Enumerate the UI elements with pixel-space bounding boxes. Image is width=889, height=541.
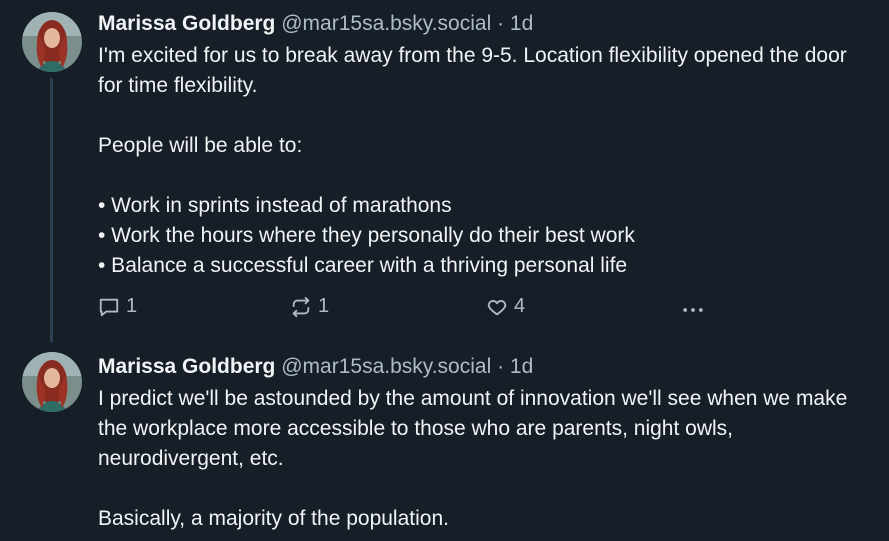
post-time[interactable]: 1d bbox=[510, 355, 533, 378]
post-text-line: People will be able to: bbox=[98, 134, 303, 157]
avatar[interactable] bbox=[22, 12, 82, 72]
like-button[interactable]: 4 bbox=[486, 295, 525, 318]
more-options-button[interactable] bbox=[682, 299, 704, 321]
author-name[interactable]: Marissa Goldberg bbox=[98, 355, 275, 378]
post-text-line: I'm excited for us to break away from th… bbox=[98, 44, 847, 97]
author-handle[interactable]: @mar15sa.bsky.social bbox=[281, 355, 491, 378]
author-name[interactable]: Marissa Goldberg bbox=[98, 12, 275, 35]
post-header: Marissa Goldberg @mar15sa.bsky.social · … bbox=[98, 353, 871, 381]
repost-count: 1 bbox=[318, 295, 330, 317]
post-text-line: • Work in sprints instead of marathons bbox=[98, 194, 452, 217]
post-actions: 1 1 4 bbox=[98, 295, 718, 323]
reply-icon bbox=[99, 298, 119, 316]
post-time[interactable]: 1d bbox=[510, 12, 533, 35]
more-icon bbox=[683, 308, 703, 312]
post-header: Marissa Goldberg @mar15sa.bsky.social · … bbox=[98, 10, 871, 38]
reply-button[interactable]: 1 bbox=[98, 295, 137, 318]
post-content: Marissa Goldberg @mar15sa.bsky.social · … bbox=[98, 353, 871, 534]
post-text-line: I predict we'll be astounded by the amou… bbox=[98, 387, 848, 470]
separator: · bbox=[497, 355, 505, 378]
post-text-line: • Work the hours where they personally d… bbox=[98, 224, 635, 247]
post-text: I predict we'll be astounded by the amou… bbox=[98, 384, 871, 534]
post[interactable]: Marissa Goldberg @mar15sa.bsky.social · … bbox=[0, 340, 889, 541]
separator: · bbox=[497, 12, 505, 35]
post-text: I'm excited for us to break away from th… bbox=[98, 41, 871, 281]
author-handle[interactable]: @mar15sa.bsky.social bbox=[281, 12, 491, 35]
post-content: Marissa Goldberg @mar15sa.bsky.social · … bbox=[98, 10, 871, 281]
avatar-image bbox=[22, 12, 82, 72]
avatar[interactable] bbox=[22, 352, 82, 412]
repost-icon bbox=[292, 296, 310, 317]
post-text-line: • Balance a successful career with a thr… bbox=[98, 254, 628, 277]
post-text-line: Basically, a majority of the population. bbox=[98, 507, 449, 530]
thread-line bbox=[50, 78, 53, 342]
post[interactable]: Marissa Goldberg @mar15sa.bsky.social · … bbox=[0, 0, 889, 342]
reply-count: 1 bbox=[126, 295, 138, 317]
heart-icon bbox=[487, 299, 507, 315]
avatar-image bbox=[22, 352, 82, 412]
repost-button[interactable]: 1 bbox=[290, 295, 329, 318]
like-count: 4 bbox=[514, 295, 526, 317]
